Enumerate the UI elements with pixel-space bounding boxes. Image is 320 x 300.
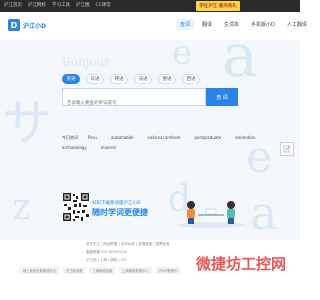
decor-letter: z: [12, 187, 31, 228]
promo-banner-text: 学在沪江 春风有礼: [199, 4, 237, 9]
language-tabs: 英语 日语 韩语 法语 德语 西语: [62, 74, 200, 84]
decor-text: Bonjour: [62, 55, 111, 69]
footer-badge[interactable]: 沪ICP备案号: [155, 267, 181, 274]
hot-word[interactable]: national anthem: [148, 135, 181, 141]
footer-contact: 客服邮箱 021-60907000: [86, 250, 127, 254]
hero-section: Bonjour e a サ e a z d 英语 日语 韩语 法语 德语 西语 …: [0, 40, 300, 240]
top-link[interactable]: CC课堂: [96, 2, 111, 8]
search-box: [62, 88, 206, 112]
hot-words: 今日热词 Peru automobile national anthem pos…: [62, 135, 255, 141]
decor-letter: a: [250, 186, 278, 240]
students-illustration-icon: [177, 201, 245, 228]
footer-badges: 网上食品交易管理平台 沪江网安备 上海网络监管 上海网络举报中心 沪ICP备案号: [20, 267, 181, 274]
footer-badge[interactable]: 网上食品交易管理平台: [20, 267, 59, 274]
footer-badge[interactable]: 上海网络监管: [89, 267, 116, 274]
app-promo-line2: 随时学词更便捷: [92, 208, 148, 217]
main-nav: 查词 翻译 生词本 手机版小D 人工翻译: [176, 19, 311, 30]
top-link[interactable]: 沪江网校: [28, 2, 46, 8]
decor-letter: e: [246, 132, 273, 183]
top-bar: 沪江首页 沪江网校 学习工具 沪江圈 CC课堂 学在沪江 春风有礼: [0, 0, 300, 12]
tab-french[interactable]: 法语: [134, 74, 152, 84]
top-links: 沪江首页 沪江网校 学习工具 沪江圈 CC课堂: [4, 2, 111, 8]
footer-copyright: 沪江网 | 上海 | 版权 | ICP: [86, 258, 127, 262]
nav-item-wordbook[interactable]: 生词本: [220, 19, 243, 30]
decor-letter: サ: [2, 94, 52, 152]
decor-letter: a: [222, 40, 258, 91]
app-promo-line1: 扫码下载移动版沪江小D: [92, 201, 141, 206]
search-input[interactable]: [63, 95, 205, 112]
tab-german[interactable]: 德语: [158, 74, 176, 84]
nav-item-human-translate[interactable]: 人工翻译: [283, 19, 311, 30]
search-button[interactable]: 查 词: [206, 88, 238, 106]
hot-words-row2: archaeology mineral: [62, 145, 116, 150]
top-link[interactable]: 学习工具: [52, 2, 70, 8]
qr-code: [62, 192, 90, 222]
hot-words-label: 今日热词: [62, 135, 78, 140]
hot-word[interactable]: archaeology: [62, 145, 87, 150]
logo[interactable]: D 沪江小D: [8, 19, 46, 31]
feedback-button[interactable]: [280, 142, 294, 156]
hot-word[interactable]: Peru: [88, 135, 97, 141]
qr-code-icon: [62, 192, 90, 222]
tab-korean[interactable]: 韩语: [110, 74, 128, 84]
promo-banner[interactable]: 学在沪江 春风有礼: [196, 1, 240, 11]
nav-item-lookup[interactable]: 查词: [176, 19, 195, 30]
decor-letter: e: [172, 40, 193, 73]
logo-name: 沪江小D: [23, 22, 46, 30]
tab-english[interactable]: 英语: [62, 74, 80, 84]
hot-word[interactable]: animation: [235, 135, 255, 141]
top-link[interactable]: 沪江圈: [76, 2, 90, 8]
edit-icon: [283, 145, 291, 153]
hot-word[interactable]: automobile: [111, 135, 134, 141]
watermark: 微捷坊工控网: [195, 255, 286, 273]
footer-badge[interactable]: 上海网络举报中心: [119, 267, 152, 274]
hot-word[interactable]: postgraduate: [194, 135, 221, 141]
header: D 沪江小D 查词 翻译 生词本 手机版小D 人工翻译: [0, 12, 307, 40]
footer-links[interactable]: 关于沪江 | 网站联盟 | 合作伙伴 | 友情链接 | 招聘信息: [86, 242, 170, 247]
nav-item-mobile[interactable]: 手机版小D: [247, 19, 279, 30]
top-link[interactable]: 沪江首页: [4, 2, 22, 8]
logo-mark-icon: D: [8, 19, 20, 31]
hot-word[interactable]: mineral: [101, 145, 116, 150]
nav-item-translate[interactable]: 翻译: [198, 19, 216, 30]
tab-spanish[interactable]: 西语: [182, 74, 200, 84]
footer-badge[interactable]: 沪江网安备: [62, 267, 86, 274]
tab-japanese[interactable]: 日语: [86, 74, 104, 84]
